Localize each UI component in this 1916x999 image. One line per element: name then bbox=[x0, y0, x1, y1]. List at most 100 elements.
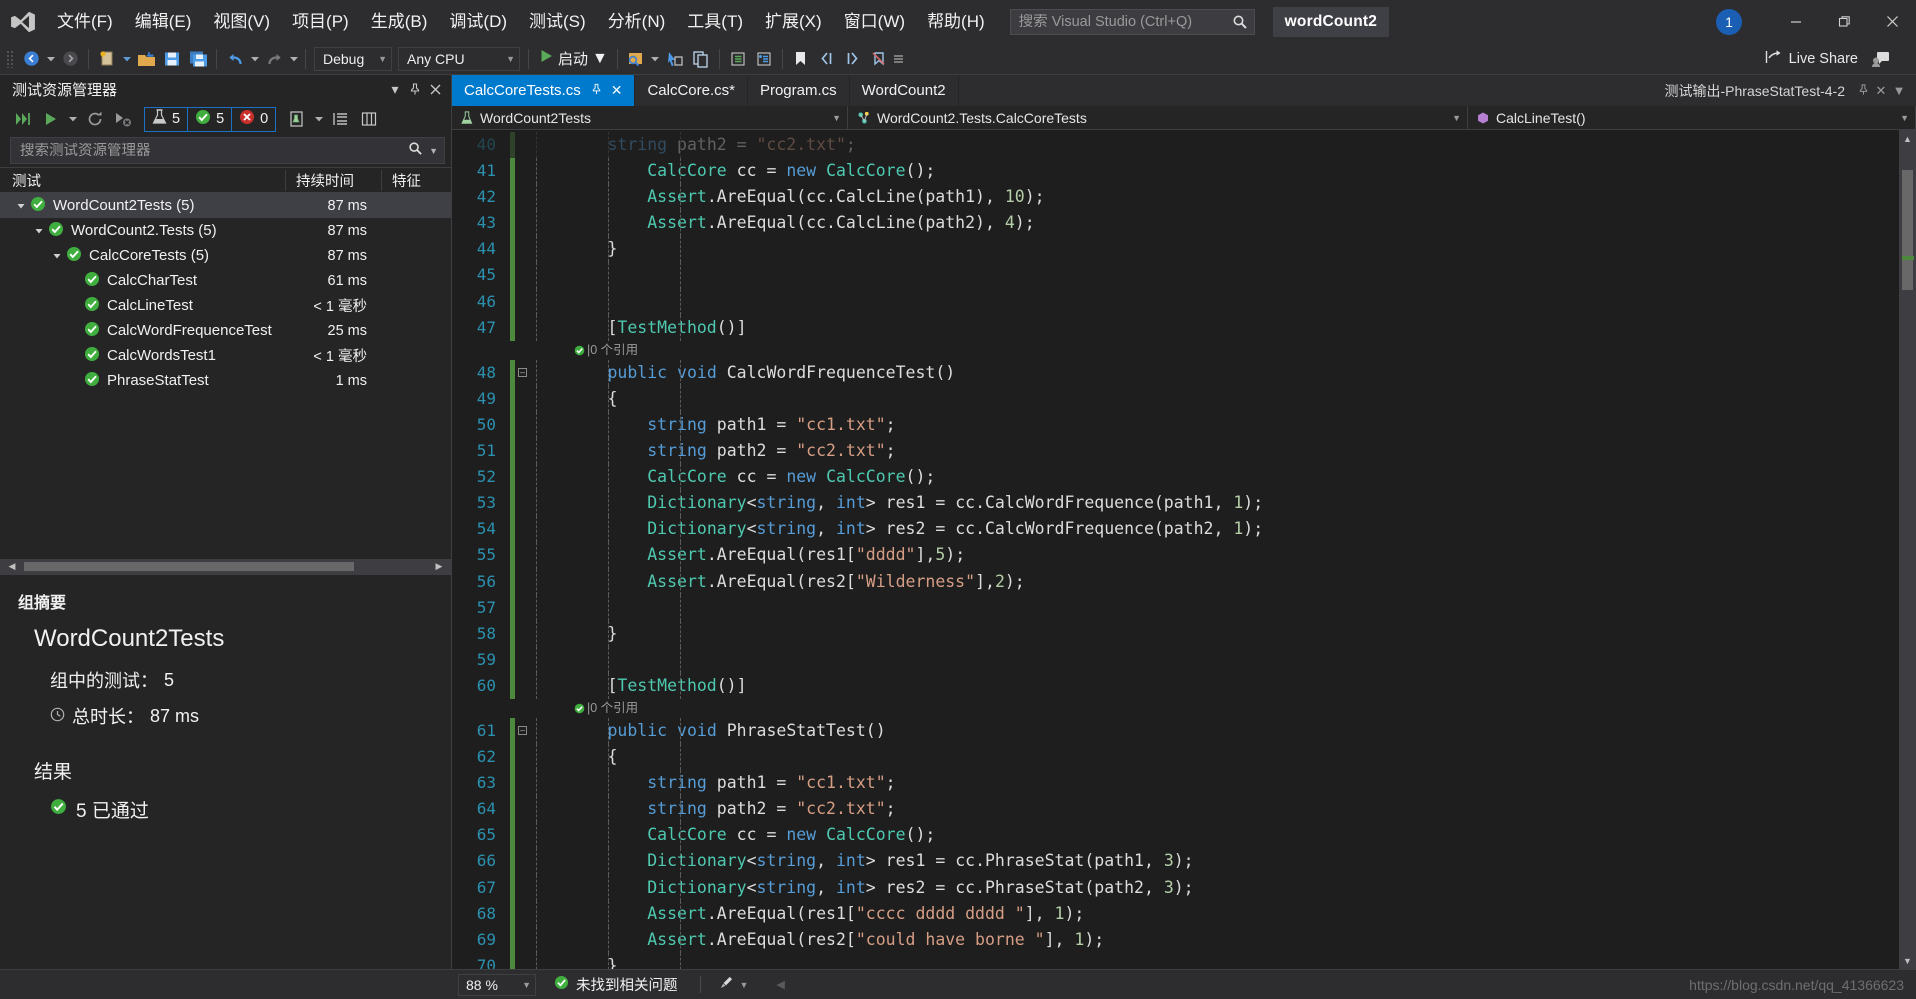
menu-debug[interactable]: 调试(D) bbox=[438, 0, 518, 43]
code-text[interactable]: string path1 = "cc1.txt"; bbox=[528, 770, 1899, 797]
codelens-references[interactable]: |0 个引用 bbox=[452, 341, 1899, 360]
chevron-down-icon[interactable]: ▼ bbox=[740, 980, 749, 990]
pin-icon[interactable] bbox=[405, 78, 425, 100]
code-line[interactable]: 46 bbox=[452, 288, 1899, 315]
editor-vertical-scrollbar[interactable]: ▲ ▼ bbox=[1899, 130, 1916, 969]
open-file-icon[interactable] bbox=[133, 46, 159, 72]
code-line[interactable]: 40 string path2 = "cc2.txt"; bbox=[452, 132, 1899, 159]
code-line[interactable]: 44 } bbox=[452, 236, 1899, 263]
vs-search-input[interactable] bbox=[1018, 13, 1232, 30]
chevron-down-icon[interactable]: ▼ bbox=[1890, 83, 1908, 98]
outlining-gutter[interactable] bbox=[515, 464, 528, 490]
search-options-icon[interactable]: ▼ bbox=[429, 146, 438, 156]
code-text[interactable]: Assert.AreEqual(res2["could have borne "… bbox=[528, 926, 1899, 953]
attach-dropdown-icon[interactable] bbox=[649, 46, 662, 72]
code-text[interactable]: Dictionary<string, int> res2 = cc.Phrase… bbox=[528, 874, 1899, 901]
scroll-up-icon[interactable]: ▲ bbox=[1899, 130, 1916, 147]
code-text[interactable] bbox=[528, 594, 1899, 621]
toolbar-grip[interactable] bbox=[6, 49, 15, 68]
chevron-down-icon[interactable]: ▼ bbox=[1438, 113, 1461, 123]
total-tests-counter[interactable]: 5 bbox=[145, 107, 189, 131]
run-dropdown-icon[interactable] bbox=[66, 106, 80, 132]
outlining-gutter[interactable] bbox=[515, 184, 528, 210]
outlining-gutter[interactable] bbox=[515, 438, 528, 464]
pin-icon[interactable] bbox=[1854, 83, 1872, 98]
outlining-gutter[interactable] bbox=[515, 289, 528, 315]
back-dropdown-icon[interactable] bbox=[44, 46, 57, 72]
test-output-tab[interactable]: 测试输出-PhraseStatTest-4-2 bbox=[1656, 81, 1855, 101]
code-text[interactable]: string path2 = "cc2.txt"; bbox=[528, 438, 1899, 465]
code-text[interactable]: Assert.AreEqual(res2["Wilderness"],2); bbox=[528, 568, 1899, 595]
code-line[interactable]: 62 { bbox=[452, 744, 1899, 771]
live-share-button[interactable]: Live Share bbox=[1765, 49, 1858, 69]
columns-icon[interactable] bbox=[356, 106, 382, 132]
code-line[interactable]: 64 string path2 = "cc2.txt"; bbox=[452, 796, 1899, 823]
test-tree-row[interactable]: CalcLineTest < 1 毫秒 bbox=[0, 293, 451, 318]
outlining-gutter[interactable] bbox=[515, 822, 528, 848]
menu-analyze[interactable]: 分析(N) bbox=[597, 0, 677, 43]
outlining-gutter[interactable] bbox=[515, 516, 528, 542]
outlining-gutter[interactable] bbox=[515, 901, 528, 927]
code-line[interactable]: 41 CalcCore cc = new CalcCore(); bbox=[452, 158, 1899, 185]
outlining-gutter[interactable] bbox=[515, 953, 528, 969]
properties-window-icon[interactable] bbox=[751, 46, 777, 72]
code-text[interactable]: { bbox=[528, 744, 1899, 771]
code-text[interactable]: CalcCore cc = new CalcCore(); bbox=[528, 158, 1899, 185]
menu-help[interactable]: 帮助(H) bbox=[916, 0, 996, 43]
code-line[interactable]: 66 Dictionary<string, int> res1 = cc.Phr… bbox=[452, 848, 1899, 875]
code-text[interactable]: } bbox=[528, 620, 1899, 647]
chevron-down-icon[interactable]: ▼ bbox=[592, 50, 608, 68]
collapse-icon[interactable]: – bbox=[518, 367, 527, 377]
code-line[interactable]: 55 Assert.AreEqual(res1["dddd"],5); bbox=[452, 542, 1899, 569]
menu-tools[interactable]: 工具(T) bbox=[676, 0, 754, 43]
code-text[interactable]: Dictionary<string, int> res1 = cc.CalcWo… bbox=[528, 490, 1899, 517]
menu-edit[interactable]: 编辑(E) bbox=[124, 0, 203, 43]
test-tree-row[interactable]: CalcWordFrequenceTest 25 ms bbox=[0, 318, 451, 343]
code-text[interactable]: Assert.AreEqual(res1["dddd"],5); bbox=[528, 542, 1899, 569]
code-text[interactable]: Assert.AreEqual(cc.CalcLine(path1), 10); bbox=[528, 184, 1899, 211]
chevron-down-icon[interactable]: ▾ bbox=[385, 78, 405, 100]
code-text[interactable] bbox=[528, 262, 1899, 289]
close-icon[interactable]: ✕ bbox=[1872, 83, 1890, 99]
maximize-restore-button[interactable] bbox=[1820, 0, 1868, 43]
save-icon[interactable] bbox=[159, 46, 185, 72]
menu-window[interactable]: 窗口(W) bbox=[833, 0, 916, 43]
code-editor[interactable]: 40 string path2 = "cc2.txt"; 41 CalcCore … bbox=[452, 130, 1916, 969]
test-tree-row[interactable]: WordCount2Tests (5) 87 ms bbox=[0, 193, 451, 218]
code-line[interactable]: 49 { bbox=[452, 385, 1899, 412]
code-text[interactable]: [TestMethod()] bbox=[528, 672, 1899, 699]
code-line[interactable]: 68 Assert.AreEqual(res1["cccc dddd dddd … bbox=[452, 900, 1899, 927]
expander-expanded-icon[interactable] bbox=[14, 199, 27, 212]
menu-extensions[interactable]: 扩展(X) bbox=[754, 0, 833, 43]
code-line[interactable]: 47 [TestMethod()] bbox=[452, 314, 1899, 341]
outlining-gutter[interactable] bbox=[515, 875, 528, 901]
code-text[interactable] bbox=[528, 646, 1899, 673]
test-tree-horizontal-scrollbar[interactable]: ◀ ▶ bbox=[0, 559, 451, 574]
code-line[interactable]: 59 bbox=[452, 646, 1899, 673]
code-line[interactable]: 52 CalcCore cc = new CalcCore(); bbox=[452, 464, 1899, 491]
brush-icon[interactable] bbox=[717, 975, 734, 995]
outlining-gutter[interactable] bbox=[515, 621, 528, 647]
outlining-gutter[interactable] bbox=[515, 770, 528, 796]
code-text[interactable]: string path1 = "cc1.txt"; bbox=[528, 411, 1899, 439]
code-text[interactable]: [TestMethod()] bbox=[528, 314, 1899, 341]
menu-build[interactable]: 生成(B) bbox=[360, 0, 439, 43]
outlining-gutter[interactable] bbox=[515, 796, 528, 822]
bookmark-overflow-icon[interactable] bbox=[892, 46, 905, 72]
bookmark-icon[interactable] bbox=[788, 46, 814, 72]
code-line[interactable]: 65 CalcCore cc = new CalcCore(); bbox=[452, 822, 1899, 849]
editor-tab[interactable]: Program.cs bbox=[747, 75, 850, 106]
code-text[interactable]: Assert.AreEqual(cc.CalcLine(path2), 4); bbox=[528, 210, 1899, 237]
code-text[interactable]: Assert.AreEqual(res1["cccc dddd dddd "],… bbox=[528, 900, 1899, 927]
new-item-dropdown-icon[interactable] bbox=[120, 46, 133, 72]
attach-process-icon[interactable] bbox=[623, 46, 649, 72]
code-line[interactable]: 61 – public void PhraseStatTest() bbox=[452, 717, 1899, 745]
scroll-down-icon[interactable]: ▼ bbox=[1899, 952, 1916, 969]
code-text[interactable]: } bbox=[528, 952, 1899, 969]
collapse-icon[interactable]: – bbox=[518, 725, 527, 735]
scroll-right-icon[interactable]: ▶ bbox=[431, 559, 447, 574]
undo-icon[interactable] bbox=[222, 46, 248, 72]
outlining-gutter[interactable] bbox=[515, 158, 528, 184]
code-line[interactable]: 57 bbox=[452, 594, 1899, 621]
test-tree-row[interactable]: PhraseStatTest 1 ms bbox=[0, 368, 451, 393]
